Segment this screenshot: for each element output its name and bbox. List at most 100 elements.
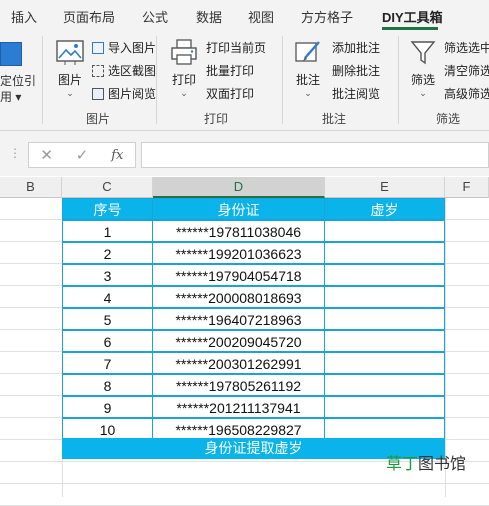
id-number-cell[interactable]: ******197805261192 <box>152 374 325 396</box>
row-number-cell[interactable]: 5 <box>62 308 153 330</box>
age-cell[interactable] <box>324 396 445 418</box>
tab-view[interactable]: 视图 <box>248 7 274 26</box>
id-number-cell[interactable]: ******199201036623 <box>152 242 325 264</box>
duplex-print-label: 双面打印 <box>206 87 255 101</box>
age-cell[interactable] <box>324 352 445 374</box>
delete-comment-button[interactable]: 删除批注 <box>332 62 380 79</box>
print-button[interactable]: 打印 ⌄ <box>166 38 202 98</box>
function-icon[interactable]: fx <box>100 148 135 163</box>
age-cell[interactable] <box>324 418 445 440</box>
age-cell[interactable] <box>324 308 445 330</box>
import-picture-button[interactable]: 导入图片 <box>92 39 156 56</box>
tab-page-layout[interactable]: 页面布局 <box>63 7 115 26</box>
region-screenshot-label: 选区截图 <box>108 64 157 78</box>
id-number-cell[interactable]: ******200301262991 <box>152 352 325 374</box>
picture-button[interactable]: 图片 ⌄ <box>52 38 88 98</box>
filter-button[interactable]: 筛选 ⌄ <box>406 38 440 98</box>
advanced-filter-button[interactable]: 高级筛选 <box>444 85 489 102</box>
locate-reference-button[interactable]: 定位引 用 ▾ <box>0 40 37 104</box>
group-separator <box>156 36 157 124</box>
picture-browse-button[interactable]: 图片阅览 <box>92 85 156 102</box>
row-number-cell[interactable]: 2 <box>62 242 153 264</box>
row-number-cell[interactable]: 9 <box>62 396 153 418</box>
grid-line <box>0 483 489 484</box>
formula-controls: ✕ ✓ fx <box>28 142 136 168</box>
print-current-page-button[interactable]: 打印当前页 <box>206 39 266 56</box>
tab-data[interactable]: 数据 <box>196 7 222 26</box>
header-id[interactable]: 身份证 <box>152 198 325 220</box>
import-picture-label: 导入图片 <box>108 41 157 55</box>
row-number-cell[interactable]: 7 <box>62 352 153 374</box>
row-number-cell[interactable]: 10 <box>62 418 153 440</box>
filter-group-label: 筛选 <box>436 112 461 126</box>
add-comment-button[interactable]: 添加批注 <box>332 39 380 56</box>
drag-handle-icon[interactable]: ⋮ <box>9 146 21 160</box>
age-cell[interactable] <box>324 242 445 264</box>
header-age[interactable]: 虚岁 <box>324 198 445 220</box>
cancel-icon[interactable]: ✕ <box>29 146 64 164</box>
picture-group-label: 图片 <box>86 112 111 126</box>
id-number-cell[interactable]: ******196508229827 <box>152 418 325 440</box>
import-icon <box>92 41 104 54</box>
age-cell[interactable] <box>324 286 445 308</box>
filter-label: 筛选 <box>410 73 435 87</box>
chevron-down-icon: ⌄ <box>419 88 427 98</box>
batch-print-label: 批量打印 <box>206 64 255 78</box>
ribbon-tabs: 插入 页面布局 公式 数据 视图 方方格子 DIY工具箱 <box>0 0 489 30</box>
comment-pen-icon <box>295 41 320 62</box>
row-number-cell[interactable]: 4 <box>62 286 153 308</box>
browse-comment-button[interactable]: 批注阅览 <box>332 85 380 102</box>
confirm-icon[interactable]: ✓ <box>64 146 99 164</box>
age-cell[interactable] <box>324 330 445 352</box>
advanced-filter-label: 高级筛选 <box>444 87 489 101</box>
age-cell[interactable] <box>324 264 445 286</box>
formula-bar: ⋮ ✕ ✓ fx <box>0 131 489 176</box>
row-number-cell[interactable]: 8 <box>62 374 153 396</box>
locate-icon <box>0 42 22 66</box>
tab-formulas[interactable]: 公式 <box>142 7 168 26</box>
id-number-cell[interactable]: ******200209045720 <box>152 330 325 352</box>
age-cell[interactable] <box>324 220 445 242</box>
column-header-b[interactable]: B <box>0 177 62 198</box>
picture-label: 图片 <box>57 73 82 87</box>
watermark: 草丁图书馆 <box>386 450 466 474</box>
tab-insert[interactable]: 插入 <box>11 7 37 26</box>
chevron-down-icon: ⌄ <box>66 88 74 98</box>
row-number-cell[interactable]: 6 <box>62 330 153 352</box>
id-number-cell[interactable]: ******200008018693 <box>152 286 325 308</box>
row-number-cell[interactable]: 1 <box>62 220 153 242</box>
filter-selected-button[interactable]: 筛选选中 <box>444 39 489 56</box>
column-header-d[interactable]: D <box>153 177 325 198</box>
ribbon: 定位引 用 ▾ 图片 ⌄ 导入图片 选区截图 图片阅览 图片 打印 ⌄ 打印当前… <box>0 30 489 131</box>
clear-filter-button[interactable]: 清空筛选 <box>444 62 489 79</box>
row-number-cell[interactable]: 3 <box>62 264 153 286</box>
id-number-cell[interactable]: ******201211137941 <box>152 396 325 418</box>
tab-diy-toolbox[interactable]: DIY工具箱 <box>382 7 443 26</box>
comment-group-label: 批注 <box>322 112 347 126</box>
age-cell[interactable] <box>324 374 445 396</box>
duplex-print-button[interactable]: 双面打印 <box>206 85 254 102</box>
watermark-rest: 图书馆 <box>418 456 467 473</box>
batch-print-button[interactable]: 批量打印 <box>206 62 254 79</box>
chevron-down-icon: ⌄ <box>304 88 312 98</box>
locate-label: 定位引 <box>0 74 37 88</box>
id-number-cell[interactable]: ******197904054718 <box>152 264 325 286</box>
print-group-label: 打印 <box>204 112 229 126</box>
formula-input[interactable] <box>141 142 489 168</box>
header-no[interactable]: 序号 <box>62 198 153 220</box>
comment-button[interactable]: 批注 ⌄ <box>290 38 326 98</box>
delete-comment-label: 删除批注 <box>332 64 381 78</box>
group-separator <box>398 36 399 124</box>
chevron-down-icon: ⌄ <box>180 88 188 98</box>
clear-filter-label: 清空筛选 <box>444 64 489 78</box>
funnel-icon <box>410 41 436 65</box>
id-number-cell[interactable]: ******197811038046 <box>152 220 325 242</box>
group-separator <box>282 36 283 124</box>
column-header-f[interactable]: F <box>445 177 489 198</box>
column-header-c[interactable]: C <box>62 177 153 198</box>
id-number-cell[interactable]: ******196407218963 <box>152 308 325 330</box>
region-screenshot-button[interactable]: 选区截图 <box>92 62 156 79</box>
locate-label-2: 用 ▾ <box>0 90 22 104</box>
column-header-e[interactable]: E <box>325 177 445 198</box>
tab-fangfang[interactable]: 方方格子 <box>301 7 353 26</box>
